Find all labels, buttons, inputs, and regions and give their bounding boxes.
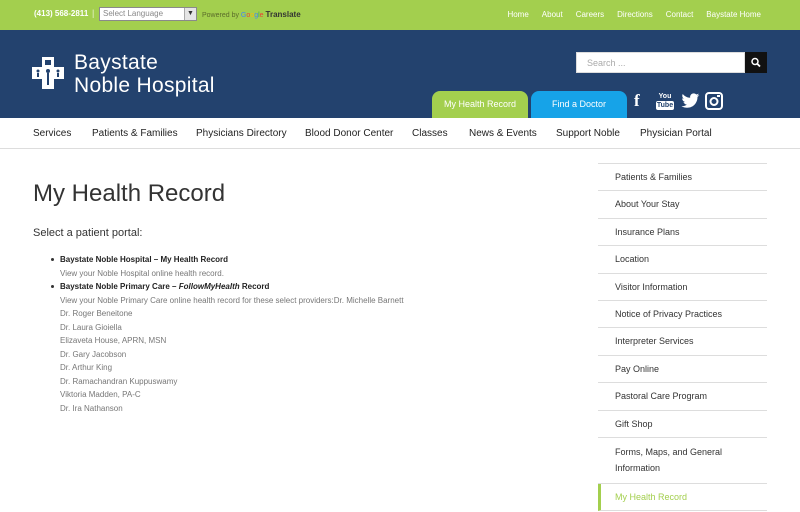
provider-name: Dr. Arthur King	[60, 363, 113, 372]
sidebar-item-privacy-practices[interactable]: Notice of Privacy Practices	[598, 301, 767, 329]
page-title: My Health Record	[33, 180, 226, 207]
facebook-icon[interactable]: f	[634, 91, 640, 110]
nav-services[interactable]: Services	[33, 128, 71, 139]
sidebar-item-gift-shop[interactable]: Gift Shop	[598, 411, 767, 439]
nav-classes[interactable]: Classes	[412, 128, 448, 139]
powered-by-label: Powered by	[202, 12, 239, 19]
provider-name: Dr. Laura Gioiella	[60, 322, 122, 332]
language-select[interactable]: Select Language ▼	[99, 7, 197, 21]
top-bar: (413) 568-2811 | Select Language ▼ Power…	[0, 0, 800, 30]
link-contact[interactable]: Contact	[666, 10, 694, 19]
chevron-down-icon: ▼	[184, 8, 196, 20]
portal-intro: Select a patient portal:	[33, 227, 143, 239]
brand-line-2: Noble Hospital	[74, 74, 215, 97]
hospital-cross-logo-icon[interactable]	[32, 57, 64, 89]
sidebar-item-patients-families[interactable]: Patients & Families	[598, 164, 767, 192]
list-item: Baystate Noble Hospital – My Health Reco…	[49, 253, 569, 280]
sidebar-item-pay-online[interactable]: Pay Online	[598, 356, 767, 384]
youtube-text-top: You	[658, 92, 672, 100]
sidebar-item-about-your-stay[interactable]: About Your Stay	[598, 191, 767, 219]
portal-link-followmyhealth[interactable]: Baystate Noble Primary Care – FollowMyHe…	[60, 280, 569, 294]
instagram-camera-shape	[705, 92, 723, 110]
language-select-value: Select Language	[103, 9, 164, 18]
link-about[interactable]: About	[542, 10, 563, 19]
nav-physician-portal[interactable]: Physician Portal	[640, 128, 712, 139]
portal-title-prefix: Baystate Noble Primary Care –	[60, 282, 179, 291]
provider-name: Elizaveta House, APRN, MSN	[60, 336, 167, 345]
main-navigation: Services Patients & Families Physicians …	[0, 118, 800, 149]
portal-description: View your Noble Hospital online health r…	[60, 268, 224, 278]
phone-number[interactable]: (413) 568-2811	[34, 9, 88, 18]
search-icon	[751, 57, 761, 68]
instagram-icon[interactable]	[705, 92, 723, 110]
nav-physicians-directory[interactable]: Physicians Directory	[196, 128, 287, 139]
portal-title-suffix: Record	[239, 282, 270, 291]
separator: |	[92, 8, 95, 18]
nav-support-noble[interactable]: Support Noble	[556, 128, 620, 139]
twitter-icon[interactable]	[681, 92, 700, 110]
translate-label: Translate	[265, 10, 301, 19]
tab-find-a-doctor[interactable]: Find a Doctor	[531, 91, 627, 118]
list-item: Baystate Noble Primary Care – FollowMyHe…	[49, 280, 569, 415]
powered-by-google-translate[interactable]: Powered by Google Translate	[202, 10, 301, 19]
youtube-text-bottom: Tube	[655, 100, 675, 110]
provider-name: Dr. Roger Beneitone	[60, 309, 133, 318]
provider-name: Viktoria Madden, PA-C	[60, 390, 141, 399]
utility-links: Home About Careers Directions Contact Ba…	[507, 10, 761, 19]
link-directions[interactable]: Directions	[617, 10, 653, 19]
nav-news-events[interactable]: News & Events	[469, 128, 537, 139]
portal-link-my-health-record[interactable]: Baystate Noble Hospital – My Health Reco…	[60, 253, 569, 267]
provider-name: Dr. Gary Jacobson	[60, 349, 127, 359]
sidebar-item-forms-maps[interactable]: Forms, Maps, and General Information	[598, 438, 767, 485]
search-input[interactable]: Search ...	[576, 52, 745, 73]
sidebar-item-pastoral-care[interactable]: Pastoral Care Program	[598, 383, 767, 411]
sidebar-item-my-health-record[interactable]: My Health Record	[598, 484, 767, 512]
twitter-bird-shape	[681, 93, 700, 108]
link-careers[interactable]: Careers	[576, 10, 604, 19]
link-baystate-home[interactable]: Baystate Home	[706, 10, 761, 19]
sidebar-menu: Patients & Families About Your Stay Insu…	[598, 164, 767, 512]
nav-patients-families[interactable]: Patients & Families	[92, 128, 178, 139]
portal-title-italic: FollowMyHealth	[178, 282, 240, 291]
site-header: Baystate Noble Hospital Search ... My He…	[0, 30, 800, 118]
youtube-icon[interactable]: You Tube	[655, 92, 675, 110]
nav-blood-donor-center[interactable]: Blood Donor Center	[305, 128, 393, 139]
google-letter: e	[259, 12, 264, 19]
search-button[interactable]	[745, 52, 767, 73]
sidebar-item-visitor-information[interactable]: Visitor Information	[598, 274, 767, 302]
provider-name: Dr. Ramachandran Kuppuswamy	[60, 376, 178, 386]
portal-description: View your Noble Primary Care online heal…	[60, 295, 404, 305]
hospital-name-logo[interactable]: Baystate Noble Hospital	[74, 51, 215, 97]
link-home[interactable]: Home	[507, 10, 528, 19]
brand-line-1: Baystate	[74, 51, 159, 74]
sidebar-item-insurance-plans[interactable]: Insurance Plans	[598, 219, 767, 247]
sidebar-item-location[interactable]: Location	[598, 246, 767, 274]
provider-name: Dr. Ira Nathanson	[60, 403, 123, 413]
sidebar-item-interpreter-services[interactable]: Interpreter Services	[598, 328, 767, 356]
portal-list: Baystate Noble Hospital – My Health Reco…	[49, 253, 569, 415]
tab-my-health-record[interactable]: My Health Record	[432, 91, 528, 118]
